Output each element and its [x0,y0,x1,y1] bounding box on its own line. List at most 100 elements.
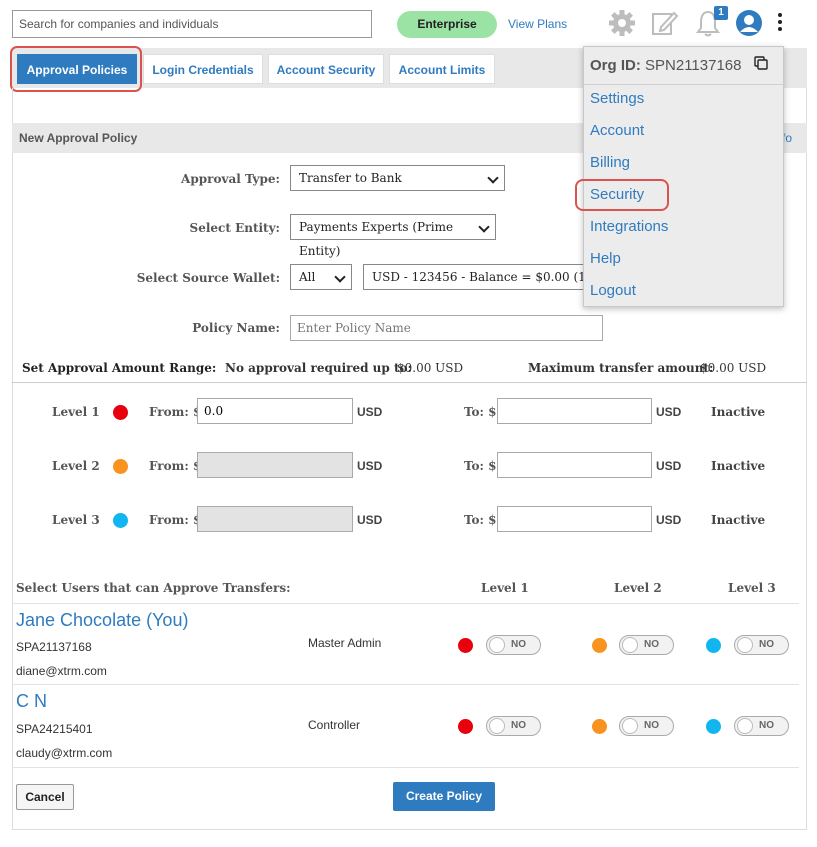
user-id: SPA24215401 [16,722,93,736]
menu-item-integrations[interactable]: Integrations [590,218,668,235]
no-approval-value: $0.00 USD [397,361,464,375]
chevron-down-icon [478,221,490,233]
user-1-level-1-toggle[interactable]: NO [486,635,541,655]
level-3-label: Level 3 [52,513,100,527]
max-transfer-value: $0.00 USD [700,361,767,375]
user-email: diane@xtrm.com [16,664,107,678]
org-id-label: Org ID: [590,57,641,74]
policy-name-label: Policy Name: [192,321,280,335]
notification-count-badge: 1 [714,6,728,20]
menu-item-billing[interactable]: Billing [590,154,630,171]
source-wallet-select[interactable]: USD - 123456 - Balance = $0.00 (1187 [363,264,588,290]
cancel-button[interactable]: Cancel [16,784,74,810]
range-label: Set Approval Amount Range: [22,361,217,375]
section-title: New Approval Policy [19,131,138,145]
level-2-from-label: From: $ [149,459,202,473]
user-name-link[interactable]: Jane Chocolate (You) [16,610,188,631]
level-3-to-currency: USD [656,513,682,527]
level-2-dot [113,459,128,474]
level-1-from-label: From: $ [149,405,202,419]
level-3-status: Inactive [711,513,766,527]
policy-name-input[interactable] [290,315,603,341]
tab-login-credentials[interactable]: Login Credentials [143,54,263,84]
level-2-to-label: To: $ [464,459,497,473]
level-3-to-label: To: $ [464,513,497,527]
user-2-level-2-toggle[interactable]: NO [619,716,674,736]
user-1-level-2-toggle[interactable]: NO [619,635,674,655]
level-2-label: Level 2 [52,459,100,473]
menu-item-account[interactable]: Account [590,122,644,139]
level-2-to-input[interactable] [497,452,652,478]
approval-type-value: Transfer to Bank [299,171,402,185]
divider [12,767,799,768]
approval-type-select[interactable]: Transfer to Bank [290,165,505,191]
level-1-to-label: To: $ [464,405,497,419]
menu-item-settings[interactable]: Settings [590,90,644,107]
level-2-to-currency: USD [656,459,682,473]
users-header-level3: Level 3 [728,581,776,595]
more-menu-icon[interactable] [773,10,787,36]
users-header-label: Select Users that can Approve Transfers: [16,581,291,595]
level-2-from-input[interactable] [197,452,353,478]
level-3-dot [706,719,721,734]
level-1-dot [113,405,128,420]
avatar-icon[interactable] [734,8,764,38]
approval-type-label: Approval Type: [181,172,280,186]
user-1-level-3-toggle[interactable]: NO [734,635,789,655]
user-2-level-3-toggle[interactable]: NO [734,716,789,736]
users-header-level1: Level 1 [481,581,529,595]
level-2-dot [592,719,607,734]
user-2-level-1-toggle[interactable]: NO [486,716,541,736]
no-approval-label: No approval required up to: [225,361,412,375]
level-3-to-input[interactable] [497,506,652,532]
chevron-down-icon [334,271,346,283]
level-1-from-input[interactable] [197,398,353,424]
level-2-from-currency: USD [357,459,383,473]
level-3-from-currency: USD [357,513,383,527]
entity-label: Select Entity: [189,221,280,235]
level-2-status: Inactive [711,459,766,473]
highlight-approval-policies-tab [10,46,142,92]
level-1-dot [458,638,473,653]
source-wallet-label: Select Source Wallet: [136,271,280,285]
source-wallet-value: USD - 123456 - Balance = $0.00 (1187 [372,270,588,284]
view-plans-link[interactable]: View Plans [508,17,567,31]
level-1-status: Inactive [711,405,766,419]
level-2-dot [592,638,607,653]
highlight-security-item [575,179,669,211]
level-1-label: Level 1 [52,405,100,419]
level-1-dot [458,719,473,734]
level-1-to-input[interactable] [497,398,652,424]
level-3-dot [113,513,128,528]
user-role: Master Admin [308,636,382,650]
level-3-from-input[interactable] [197,506,353,532]
tab-account-limits[interactable]: Account Limits [389,54,495,84]
gear-icon[interactable] [607,8,637,38]
level-3-from-label: From: $ [149,513,202,527]
level-1-to-currency: USD [656,405,682,419]
create-policy-button[interactable]: Create Policy [393,782,495,811]
chevron-down-icon [487,172,499,184]
entity-select[interactable]: Payments Experts (Prime Entity) [290,214,496,258]
account-dropdown-menu [583,46,784,307]
source-wallet-filter-select[interactable]: All [290,264,352,290]
user-id: SPA21137168 [16,640,92,654]
level-1-from-currency: USD [357,405,383,419]
tab-account-security[interactable]: Account Security [268,54,384,84]
org-id: Org ID: SPN21137168 [590,57,741,74]
menu-item-logout[interactable]: Logout [590,282,636,299]
user-name-link[interactable]: C N [16,691,47,712]
edit-icon[interactable] [649,8,679,38]
menu-item-help[interactable]: Help [590,250,621,267]
divider [12,684,799,685]
copy-icon[interactable] [754,56,768,70]
user-role: Controller [308,718,361,732]
level-3-dot [706,638,721,653]
users-header-level2: Level 2 [614,581,662,595]
menu-divider [583,84,784,85]
org-id-value: SPN21137168 [645,57,742,74]
divider [12,382,807,383]
search-input[interactable] [12,10,372,38]
plan-badge[interactable]: Enterprise [397,11,497,38]
source-wallet-filter-value: All [299,270,316,284]
